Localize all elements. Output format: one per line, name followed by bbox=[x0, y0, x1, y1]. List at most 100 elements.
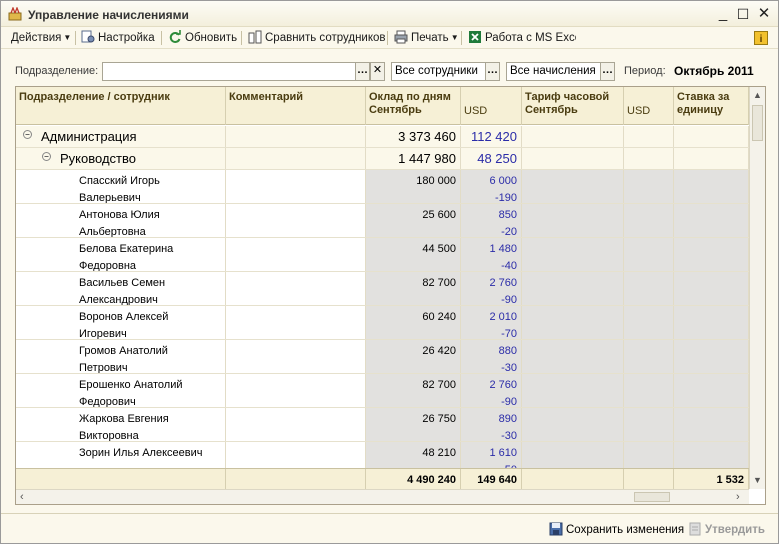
employee-name-cell: Жаркова Евгения Викторовна bbox=[16, 408, 226, 441]
minimize-button[interactable]: _ bbox=[714, 5, 732, 23]
save-icon bbox=[549, 522, 563, 536]
unit-rate-cell[interactable] bbox=[674, 374, 749, 407]
print-menu[interactable]: Печать ▼ bbox=[394, 30, 459, 46]
column-header-division[interactable]: Подразделение / сотрудник bbox=[16, 87, 226, 125]
unit-rate-cell[interactable] bbox=[674, 408, 749, 441]
comment-cell[interactable] bbox=[226, 148, 366, 169]
usd-value: 1 610 bbox=[489, 447, 517, 459]
hourly-rate-cell[interactable] bbox=[522, 408, 624, 441]
table-row[interactable]: Ерошенко Анатолий Федорович 82 700 2 760 -90 bbox=[16, 374, 749, 408]
usd-value: 2 760 bbox=[489, 379, 517, 391]
accruals-select-button[interactable]: … bbox=[600, 62, 615, 81]
table-row[interactable]: Васильев Семен Александрович 82 700 2 760 -9… bbox=[16, 272, 749, 306]
column-header-unit-rate[interactable]: Ставка за единицу bbox=[674, 87, 749, 125]
unit-rate-cell[interactable] bbox=[674, 204, 749, 237]
salary-cell[interactable]: 82 700 bbox=[366, 272, 461, 305]
salary-cell[interactable]: 26 420 bbox=[366, 340, 461, 373]
salary-cell[interactable]: 60 240 bbox=[366, 306, 461, 339]
hourly-rate-cell[interactable] bbox=[522, 374, 624, 407]
comment-cell[interactable] bbox=[226, 204, 366, 237]
table-row[interactable]: Спасский Игорь Валерьевич 180 000 6 000 -190 bbox=[16, 170, 749, 204]
unit-rate-cell[interactable] bbox=[674, 148, 749, 169]
accruals-filter[interactable]: Все начисления bbox=[506, 62, 601, 81]
hourly-rate-cell[interactable] bbox=[522, 204, 624, 237]
table-row[interactable]: Антонова Юлия Альбертовна 25 600 850 -20 bbox=[16, 204, 749, 238]
horizontal-scrollbar[interactable]: ‹ › bbox=[16, 489, 749, 504]
excel-button[interactable]: Работа с MS Exce bbox=[468, 30, 576, 46]
table-row[interactable]: Белова Екатерина Федоровна 44 500 1 480 -40 bbox=[16, 238, 749, 272]
scroll-right-icon[interactable]: › bbox=[736, 491, 740, 503]
info-icon[interactable]: i bbox=[754, 31, 768, 45]
hourly-rate-cell[interactable] bbox=[522, 306, 624, 339]
vertical-scroll-thumb[interactable] bbox=[752, 105, 763, 141]
usd-value: 1 480 bbox=[489, 243, 517, 255]
comment-cell[interactable] bbox=[226, 340, 366, 373]
app-icon bbox=[8, 7, 22, 21]
hourly-rate-cell[interactable] bbox=[522, 126, 624, 147]
scroll-left-icon[interactable]: ‹ bbox=[20, 491, 24, 503]
division-select-button[interactable]: … bbox=[355, 62, 370, 81]
employee-name-cell: Громов Анатолий Петрович bbox=[16, 340, 226, 373]
division-clear-button[interactable]: ✕ bbox=[370, 62, 385, 81]
comment-cell[interactable] bbox=[226, 126, 366, 147]
employees-select-button[interactable]: … bbox=[485, 62, 500, 81]
salary-cell[interactable]: 82 700 bbox=[366, 374, 461, 407]
salary-cell[interactable]: 44 500 bbox=[366, 238, 461, 271]
group-row[interactable]: Руководство 1 447 980 48 250 bbox=[16, 148, 749, 170]
toolbar: Действия ▼ Настройка Обновить Сравнить со… bbox=[1, 27, 778, 49]
hourly-rate-cell[interactable] bbox=[522, 148, 624, 169]
comment-cell[interactable] bbox=[226, 170, 366, 203]
period-value[interactable]: Октябрь 2011 bbox=[674, 64, 754, 78]
table-row[interactable]: Воронов Алексей Игоревич 60 240 2 010 -70 bbox=[16, 306, 749, 340]
salary-cell[interactable]: 180 000 bbox=[366, 170, 461, 203]
unit-rate-cell[interactable] bbox=[674, 272, 749, 305]
unit-rate-cell[interactable] bbox=[674, 306, 749, 339]
close-button[interactable]: ✕ bbox=[755, 5, 773, 23]
comment-cell[interactable] bbox=[226, 238, 366, 271]
group-row[interactable]: Администрация 3 373 460 112 420 bbox=[16, 126, 749, 148]
comment-cell[interactable] bbox=[226, 306, 366, 339]
unit-rate-cell[interactable] bbox=[674, 126, 749, 147]
employee-name-cell: Ерошенко Анатолий Федорович bbox=[16, 374, 226, 407]
save-changes-button[interactable]: Сохранить изменения bbox=[549, 522, 684, 536]
column-header-comment[interactable]: Комментарий bbox=[226, 87, 366, 125]
maximize-button[interactable]: ☐ bbox=[734, 5, 752, 23]
scroll-up-icon[interactable]: ▲ bbox=[753, 90, 762, 100]
salary-cell[interactable]: 26 750 bbox=[366, 408, 461, 441]
column-header-hourly-rate[interactable]: Тариф часовой Сентябрь bbox=[522, 87, 624, 125]
settings-button[interactable]: Настройка bbox=[81, 30, 155, 46]
total-unit-rate: 1 532 bbox=[674, 469, 749, 489]
table-row[interactable]: Громов Анатолий Петрович 26 420 880 -30 bbox=[16, 340, 749, 374]
unit-rate-cell[interactable] bbox=[674, 238, 749, 271]
column-header-usd-2[interactable]: USD bbox=[624, 87, 674, 125]
vertical-scrollbar[interactable]: ▲ ▼ bbox=[749, 87, 765, 489]
employee-name-line-1: Воронов Алексей bbox=[79, 311, 169, 323]
hourly-rate-cell[interactable] bbox=[522, 340, 624, 373]
table-header: Подразделение / сотрудник Комментарий Ок… bbox=[16, 87, 749, 125]
column-header-salary[interactable]: Оклад по дням Сентябрь bbox=[366, 87, 461, 125]
usd-cell: 850 -20 bbox=[461, 204, 522, 237]
comment-cell[interactable] bbox=[226, 272, 366, 305]
compare-employees-button[interactable]: Сравнить сотрудников bbox=[248, 30, 386, 46]
scroll-down-icon[interactable]: ▼ bbox=[753, 475, 762, 485]
salary-value: 44 500 bbox=[422, 243, 456, 255]
division-input[interactable] bbox=[102, 62, 356, 81]
column-header-usd[interactable]: USD bbox=[461, 87, 522, 125]
table-row[interactable]: Жаркова Евгения Викторовна 26 750 890 -30 bbox=[16, 408, 749, 442]
unit-rate-cell[interactable] bbox=[674, 170, 749, 203]
approve-button[interactable]: Утвердить bbox=[688, 522, 765, 536]
refresh-button[interactable]: Обновить bbox=[168, 30, 237, 46]
usd-2-cell bbox=[624, 204, 674, 237]
employees-filter[interactable]: Все сотрудники bbox=[391, 62, 486, 81]
comment-cell[interactable] bbox=[226, 408, 366, 441]
salary-cell[interactable]: 25 600 bbox=[366, 204, 461, 237]
horizontal-scroll-thumb[interactable] bbox=[634, 492, 670, 502]
comment-cell[interactable] bbox=[226, 374, 366, 407]
unit-rate-cell[interactable] bbox=[674, 340, 749, 373]
salary-cell[interactable]: 1 447 980 bbox=[366, 148, 461, 169]
salary-cell[interactable]: 3 373 460 bbox=[366, 126, 461, 147]
hourly-rate-cell[interactable] bbox=[522, 170, 624, 203]
hourly-rate-cell[interactable] bbox=[522, 238, 624, 271]
actions-menu[interactable]: Действия ▼ bbox=[11, 30, 71, 46]
hourly-rate-cell[interactable] bbox=[522, 272, 624, 305]
